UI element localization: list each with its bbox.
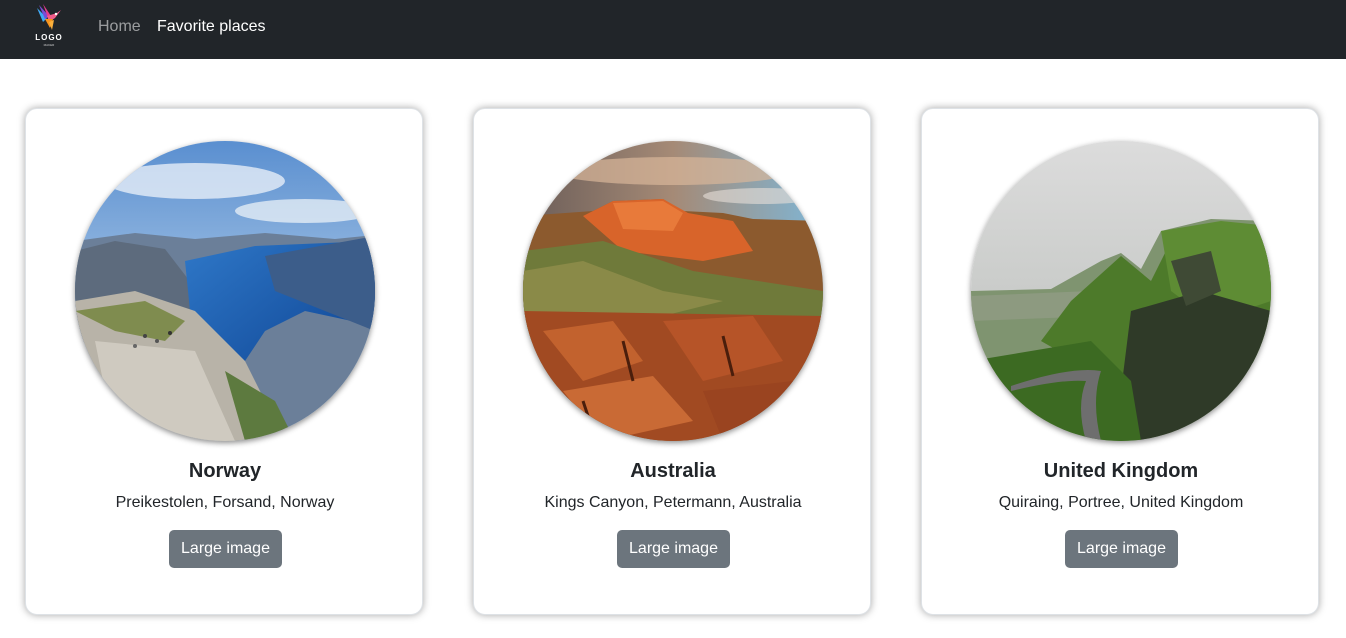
place-description: Preikestolen, Forsand, Norway: [115, 494, 335, 511]
place-description: Kings Canyon, Petermann, Australia: [544, 494, 802, 511]
fjord-cliff-photo: [75, 141, 375, 441]
green-hills-road-photo: [971, 141, 1271, 441]
large-image-button[interactable]: Large image: [169, 530, 282, 568]
place-card-australia: Australia Kings Canyon, Petermann, Austr…: [473, 108, 871, 615]
place-photo: [75, 141, 375, 441]
logo[interactable]: LOGO MAKER: [33, 4, 65, 48]
place-title: United Kingdom: [1043, 460, 1199, 482]
large-image-button[interactable]: Large image: [617, 530, 730, 568]
place-card-norway: Norway Preikestolen, Forsand, Norway Lar…: [25, 108, 423, 615]
place-title: Australia: [630, 460, 716, 482]
red-canyon-photo: [523, 141, 823, 441]
place-title: Norway: [188, 460, 262, 482]
navbar: LOGO MAKER Home Favorite places: [0, 0, 1346, 59]
hummingbird-logo-icon: [37, 4, 61, 30]
large-image-button[interactable]: Large image: [1065, 530, 1178, 568]
nav-link-home[interactable]: Home: [98, 17, 141, 36]
place-photo: [971, 141, 1271, 441]
logo-subtext: MAKER: [43, 43, 55, 47]
place-card-united-kingdom: United Kingdom Quiraing, Portree, United…: [921, 108, 1319, 615]
nav-link-favorite-places[interactable]: Favorite places: [157, 17, 266, 36]
place-description: Quiraing, Portree, United Kingdom: [998, 494, 1244, 511]
place-photo: [523, 141, 823, 441]
logo-text: LOGO: [35, 33, 63, 42]
